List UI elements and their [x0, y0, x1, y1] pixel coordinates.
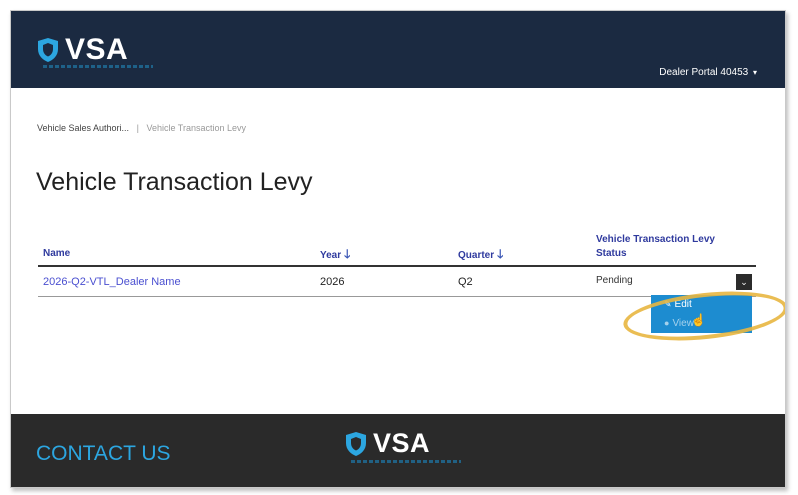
chevron-down-icon: ⌄ — [740, 277, 748, 287]
breadcrumb: Vehicle Sales Authori... | Vehicle Trans… — [37, 123, 246, 133]
footer-brand-wordmark: VSA — [373, 428, 431, 458]
breadcrumb-current: Vehicle Transaction Levy — [146, 123, 246, 133]
sort-down-arrow-icon: 🡓 — [344, 247, 351, 261]
shield-icon — [38, 38, 58, 62]
footer-logo[interactable]: VSA — [345, 428, 461, 463]
column-header-quarter[interactable]: Quarter 🡓 — [458, 245, 503, 266]
brand-tagline-graphic — [351, 460, 461, 463]
page-title: Vehicle Transaction Levy — [36, 168, 313, 196]
shield-icon — [346, 431, 366, 456]
site-footer: CONTACT US VSA — [11, 414, 785, 487]
brand-wordmark: VSA — [65, 33, 129, 66]
column-header-status[interactable]: Vehicle Transaction Levy Status — [596, 233, 736, 261]
levy-year: 2026 — [320, 276, 345, 288]
brand-tagline-graphic — [43, 65, 153, 68]
levy-quarter: Q2 — [458, 276, 473, 288]
column-header-quarter-label: Quarter — [458, 250, 495, 261]
levy-name-link[interactable]: 2026-Q2-VTL_Dealer Name — [43, 276, 181, 288]
site-header: VSA Dealer Portal 40453 ▾ — [11, 11, 785, 88]
table-header: Name Year 🡓 Quarter 🡓 Vehicle Transaction … — [38, 233, 756, 267]
browser-frame: VSA Dealer Portal 40453 ▾ Vehicle Sales … — [10, 10, 786, 488]
breadcrumb-separator: | — [136, 123, 139, 133]
column-header-year[interactable]: Year 🡓 — [320, 245, 350, 266]
column-header-status-label: Vehicle Transaction Levy Status — [596, 234, 715, 259]
mouse-pointer-icon: ☝ — [691, 313, 706, 327]
levy-status: Pending — [596, 275, 633, 286]
column-header-year-label: Year — [320, 250, 342, 261]
column-header-name[interactable]: Name — [43, 248, 70, 259]
column-header-name-label: Name — [43, 248, 71, 259]
levy-table: Name Year 🡓 Quarter 🡓 Vehicle Transaction … — [38, 233, 756, 297]
header-logo[interactable]: VSA — [37, 33, 153, 68]
table-row: 2026-Q2-VTL_Dealer Name 2026 Q2 Pending … — [38, 267, 756, 297]
caret-down-icon: ▾ — [752, 68, 757, 77]
breadcrumb-root-link[interactable]: Vehicle Sales Authori... — [37, 123, 129, 133]
dealer-portal-menu[interactable]: Dealer Portal 40453 ▾ — [659, 67, 757, 78]
dealer-portal-label: Dealer Portal 40453 — [659, 67, 749, 78]
contact-us-link[interactable]: CONTACT US — [36, 442, 171, 466]
row-actions-button[interactable]: ⌄ — [736, 274, 752, 290]
sort-down-arrow-icon: 🡓 — [497, 247, 504, 261]
